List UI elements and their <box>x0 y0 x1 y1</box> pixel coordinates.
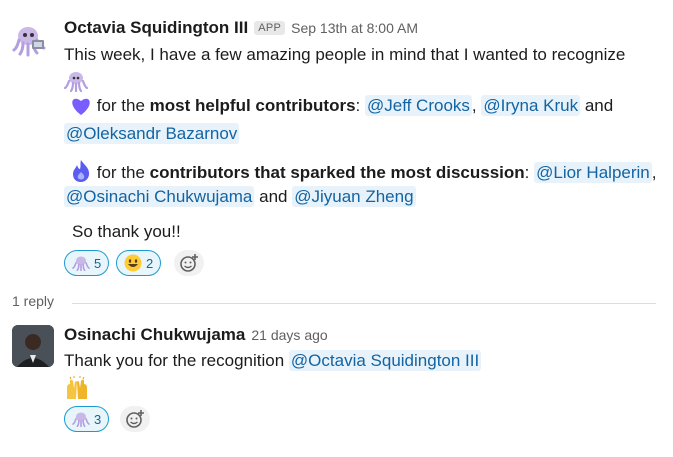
raised-hands-emoji <box>64 376 90 400</box>
reaction-count: 3 <box>94 411 102 427</box>
mention-lior-halperin[interactable]: @Lior Halperin <box>534 162 652 183</box>
mention-oleksandr-bazarnov[interactable]: @Oleksandr Bazarnov <box>64 123 240 144</box>
timestamp[interactable]: Sep 13th at 8:00 AM <box>291 20 418 36</box>
mention-jeff-crooks[interactable]: @Jeff Crooks <box>364 95 472 116</box>
octopus-avatar[interactable] <box>12 22 48 58</box>
helpful-bold: most helpful contributors <box>149 96 356 115</box>
user-avatar[interactable] <box>12 325 54 367</box>
author-name[interactable]: Octavia Squidington III <box>64 18 248 37</box>
discussion-line: for the contributors that sparked the mo… <box>64 159 656 183</box>
mention-octavia-squidington[interactable]: @Octavia Squidington III <box>288 350 482 371</box>
octopus-icon <box>72 412 90 427</box>
reply-text-line: Thank you for the recognition @Octavia S… <box>64 350 482 371</box>
reaction-count: 2 <box>146 255 154 271</box>
reaction-grinning-face[interactable]: 2 <box>116 250 162 276</box>
add-emoji-icon <box>126 410 144 428</box>
message-header: Octavia Squidington III APP Sep 13th at 8:… <box>64 18 418 38</box>
helpful-line: for the most helpful contributors: @Jeff… <box>64 95 613 116</box>
timestamp[interactable]: 21 days ago <box>251 327 327 343</box>
add-reaction-button[interactable] <box>174 250 204 276</box>
add-emoji-icon <box>180 254 198 272</box>
message-octavia: Octavia Squidington III APP Sep 13th at 8:… <box>0 0 673 290</box>
octopus-emoji <box>64 70 88 92</box>
reaction-count: 5 <box>94 255 102 271</box>
author-name[interactable]: Osinachi Chukwujama <box>64 325 245 344</box>
closing-text: So thank you!! <box>72 222 181 241</box>
intro-text: This week, I have a few amazing people i… <box>64 45 626 64</box>
mention-iryna-kruk[interactable]: @Iryna Kruk <box>481 95 581 116</box>
purple-heart-icon <box>72 98 90 115</box>
grinning-face-icon <box>124 254 142 272</box>
fire-icon <box>73 160 90 182</box>
discussion-bold: contributors that sparked the most discu… <box>149 163 525 182</box>
discussion-line-cont: @Osinachi Chukwujama and @Jiyuan Zheng <box>64 186 416 207</box>
mention-jiyuan-zheng[interactable]: @Jiyuan Zheng <box>292 186 416 207</box>
raised-hands-icon <box>67 376 87 399</box>
thread-divider <box>72 303 656 304</box>
reaction-octopus[interactable]: 3 <box>64 406 110 432</box>
mention-osinachi-chukwujama[interactable]: @Osinachi Chukwujama <box>64 186 255 207</box>
helpful-line-cont: @Oleksandr Bazarnov <box>64 123 240 144</box>
message-header: Osinachi Chukwujama 21 days ago <box>64 325 328 345</box>
octopus-icon <box>72 256 90 271</box>
reaction-octopus[interactable]: 5 <box>64 250 110 276</box>
reply-count[interactable]: 1 reply <box>12 293 54 309</box>
app-badge: APP <box>254 21 286 35</box>
add-reaction-button[interactable] <box>120 406 150 432</box>
